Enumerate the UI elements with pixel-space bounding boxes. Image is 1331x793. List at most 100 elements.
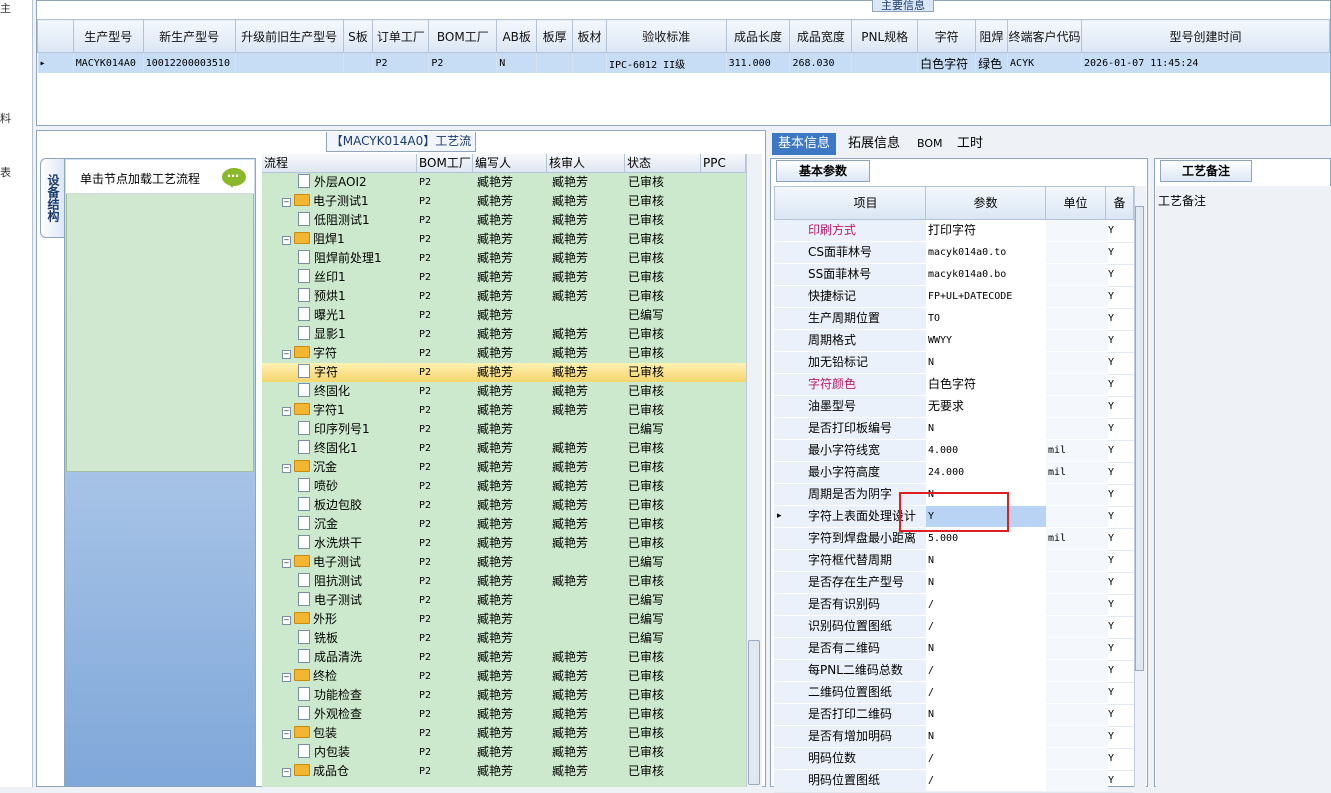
- tree-row[interactable]: 喷砂 P2 臧艳芳 臧艳芳 已审核: [262, 477, 746, 496]
- collapse-toggle-icon[interactable]: −: [282, 350, 291, 359]
- param-row[interactable]: CS面菲林号 macyk014a0.to Y: [774, 242, 1134, 265]
- main-col-header[interactable]: 新生产型号: [142, 19, 236, 53]
- tree-row[interactable]: 板边包胶 P2 臧艳芳 臧艳芳 已审核: [262, 496, 746, 515]
- param-value-field[interactable]: N: [926, 704, 1048, 725]
- param-value-field[interactable]: 4.000: [926, 440, 1048, 461]
- tree-row[interactable]: 丝印1 P2 臧艳芳 臧艳芳 已审核: [262, 268, 746, 287]
- param-value-field[interactable]: TO: [926, 308, 1048, 329]
- param-row[interactable]: 二维码位置图纸 / Y: [774, 682, 1134, 705]
- tree-scroll-thumb[interactable]: [748, 640, 760, 785]
- tree-row[interactable]: − 终检 P2 臧艳芳 臧艳芳 已审核: [262, 667, 746, 686]
- param-value-field[interactable]: WWYY: [926, 330, 1048, 351]
- main-col-header[interactable]: S板: [342, 19, 374, 53]
- main-col-header[interactable]: 字符: [917, 19, 977, 53]
- table-row[interactable]: ▸ MACYK014A0 10012200003510 P2 P2 N IPC-6012 …: [37, 52, 1330, 73]
- tree-row[interactable]: 外观检查 P2 臧艳芳 臧艳芳 已审核: [262, 705, 746, 724]
- param-value-field[interactable]: 打印字符: [926, 220, 1048, 241]
- tree-row[interactable]: − 沉金 P2 臧艳芳 臧艳芳 已审核: [262, 458, 746, 477]
- main-cell[interactable]: ACYK: [1007, 52, 1083, 73]
- main-col-header[interactable]: 型号创建时间: [1081, 19, 1330, 53]
- tree-row[interactable]: − 阻焊1 P2 臧艳芳 臧艳芳 已审核: [262, 230, 746, 249]
- param-value-field[interactable]: macyk014a0.to: [926, 242, 1048, 263]
- main-cell[interactable]: 10012200003510: [143, 52, 236, 73]
- param-row[interactable]: 是否有识别码 / Y: [774, 594, 1134, 617]
- param-value-field[interactable]: 白色字符: [926, 374, 1048, 395]
- param-row[interactable]: 是否打印二维码 N Y: [774, 704, 1134, 727]
- tree-row[interactable]: 功能检查 P2 臧艳芳 臧艳芳 已审核: [262, 686, 746, 705]
- main-col-header[interactable]: 生产型号: [72, 19, 144, 53]
- param-row[interactable]: 字符框代替周期 N Y: [774, 550, 1134, 573]
- main-cell[interactable]: [536, 52, 574, 73]
- tree-col-ppc[interactable]: PPC: [701, 154, 746, 172]
- tree-row[interactable]: − 外形 P2 臧艳芳 已编写: [262, 610, 746, 629]
- tree-col-writer[interactable]: 编写人: [473, 154, 547, 172]
- param-value-field[interactable]: N: [926, 550, 1048, 571]
- tab-bom[interactable]: BOM: [911, 133, 949, 155]
- param-row[interactable]: 是否有二维码 N Y: [774, 638, 1134, 661]
- param-col-note[interactable]: 备: [1106, 186, 1134, 220]
- main-col-header[interactable]: 成品长度: [725, 19, 791, 53]
- param-value-field[interactable]: 24.000: [926, 462, 1048, 483]
- main-col-header[interactable]: 成品宽度: [789, 19, 853, 53]
- main-col-header[interactable]: 阻焊: [975, 19, 1009, 53]
- param-value-field[interactable]: /: [926, 770, 1048, 791]
- tab-basic-info[interactable]: 基本信息: [772, 133, 837, 155]
- param-row[interactable]: 明码位数 / Y: [774, 748, 1134, 771]
- main-cell[interactable]: [851, 52, 919, 73]
- main-col-header[interactable]: PNL规格: [851, 19, 919, 53]
- tree-row[interactable]: 低阻测试1 P2 臧艳芳 臧艳芳 已审核: [262, 211, 746, 230]
- param-value-field[interactable]: /: [926, 748, 1048, 769]
- param-value-field[interactable]: 无要求: [926, 396, 1048, 417]
- main-cell[interactable]: 268.030: [789, 52, 853, 73]
- main-col-header[interactable]: BOM工厂: [428, 19, 498, 53]
- tree-row[interactable]: 成品清洗 P2 臧艳芳 臧艳芳 已审核: [262, 648, 746, 667]
- param-value-field[interactable]: N: [926, 418, 1048, 439]
- param-value-field[interactable]: /: [926, 616, 1048, 637]
- tab-work-hours[interactable]: 工时: [951, 133, 989, 155]
- tree-row[interactable]: − 字符1 P2 臧艳芳 臧艳芳 已审核: [262, 401, 746, 420]
- tab-extended-info[interactable]: 拓展信息: [842, 133, 906, 155]
- param-row[interactable]: 最小字符线宽 4.000 mil Y: [774, 440, 1134, 463]
- param-value-field[interactable]: /: [926, 594, 1048, 615]
- tree-row[interactable]: 铣板 P2 臧艳芳 已编写: [262, 629, 746, 648]
- param-value-field[interactable]: N: [926, 638, 1048, 659]
- tree-row[interactable]: − 电子测试 P2 臧艳芳 已编写: [262, 553, 746, 572]
- main-col-header[interactable]: 升级前旧生产型号: [234, 19, 344, 53]
- param-row[interactable]: 识别码位置图纸 / Y: [774, 616, 1134, 639]
- collapse-toggle-icon[interactable]: −: [282, 616, 291, 625]
- tree-row[interactable]: − 字符 P2 臧艳芳 臧艳芳 已审核: [262, 344, 746, 363]
- tree-col-status[interactable]: 状态: [625, 154, 701, 172]
- remark-body[interactable]: [1156, 186, 1331, 787]
- param-scroll-thumb[interactable]: [1135, 206, 1144, 671]
- tree-row[interactable]: 内包装 P2 臧艳芳 臧艳芳 已审核: [262, 743, 746, 762]
- main-cell[interactable]: MACYK014A0: [73, 52, 144, 73]
- param-row[interactable]: 是否存在生产型号 N Y: [774, 572, 1134, 595]
- collapse-toggle-icon[interactable]: −: [282, 236, 291, 245]
- tree-col-bom[interactable]: BOM工厂: [417, 154, 473, 172]
- param-value-field[interactable]: /: [926, 660, 1048, 681]
- param-value-field[interactable]: FP+UL+DATECODE: [926, 286, 1048, 307]
- main-cell[interactable]: IPC-6012 II级: [606, 52, 727, 73]
- collapse-toggle-icon[interactable]: −: [282, 673, 291, 682]
- main-col-header[interactable]: 订单工厂: [372, 19, 430, 53]
- tree-row[interactable]: − 包装 P2 臧艳芳 臧艳芳 已审核: [262, 724, 746, 743]
- param-row[interactable]: 印刷方式 打印字符 Y: [774, 220, 1134, 243]
- param-col-value[interactable]: 参数: [926, 186, 1046, 220]
- main-cell[interactable]: 2026-01-07 11:45:24: [1081, 52, 1330, 73]
- param-value-field[interactable]: N: [926, 572, 1048, 593]
- collapse-toggle-icon[interactable]: −: [282, 730, 291, 739]
- main-col-header[interactable]: AB板: [496, 19, 538, 53]
- tree-col-reviewer[interactable]: 核审人: [547, 154, 625, 172]
- tree-row[interactable]: − 电子测试1 P2 臧艳芳 臧艳芳 已审核: [262, 192, 746, 211]
- device-structure-tab[interactable]: 设备结构: [40, 158, 64, 238]
- tree-row[interactable]: 预烘1 P2 臧艳芳 臧艳芳 已审核: [262, 287, 746, 306]
- param-row[interactable]: SS面菲林号 macyk014a0.bo Y: [774, 264, 1134, 287]
- main-cell[interactable]: P2: [372, 52, 430, 73]
- param-row[interactable]: 油墨型号 无要求 Y: [774, 396, 1134, 419]
- tree-row[interactable]: 印序列号1 P2 臧艳芳 已编写: [262, 420, 746, 439]
- tree-row[interactable]: − 成品仓 P2 臧艳芳 臧艳芳 已审核: [262, 762, 746, 781]
- main-col-header[interactable]: 终端客户代码: [1007, 19, 1083, 53]
- remark-tab[interactable]: 工艺备注: [1160, 160, 1252, 182]
- param-row[interactable]: 字符颜色 白色字符 Y: [774, 374, 1134, 397]
- param-row[interactable]: 加无铅标记 N Y: [774, 352, 1134, 375]
